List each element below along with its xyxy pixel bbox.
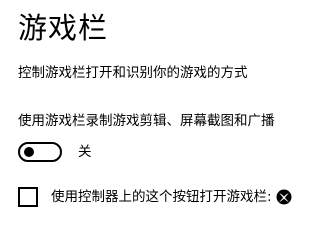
record-setting-label: 使用游戏栏录制游戏剪辑、屏幕截图和广播 (18, 113, 275, 129)
game-bar-settings-page: 游戏栏 控制游戏栏打开和识别你的游戏的方式 使用游戏栏录制游戏剪辑、屏幕截图和广… (0, 0, 326, 219)
toggle-knob (24, 147, 34, 157)
controller-button-checkbox[interactable] (18, 187, 38, 207)
page-title: 游戏栏 (18, 11, 109, 45)
toggle-state-label: 关 (78, 144, 92, 160)
controller-setting-row: 使用控制器上的这个按钮打开游戏栏: (18, 186, 292, 208)
page-description: 控制游戏栏打开和识别你的游戏的方式 (18, 65, 248, 81)
record-toggle-row: 关 (18, 141, 92, 163)
record-toggle-switch[interactable] (18, 142, 62, 162)
controller-setting-label: 使用控制器上的这个按钮打开游戏栏: (51, 189, 272, 205)
xbox-logo-icon (276, 189, 292, 205)
xbox-logo-svg (276, 189, 292, 205)
